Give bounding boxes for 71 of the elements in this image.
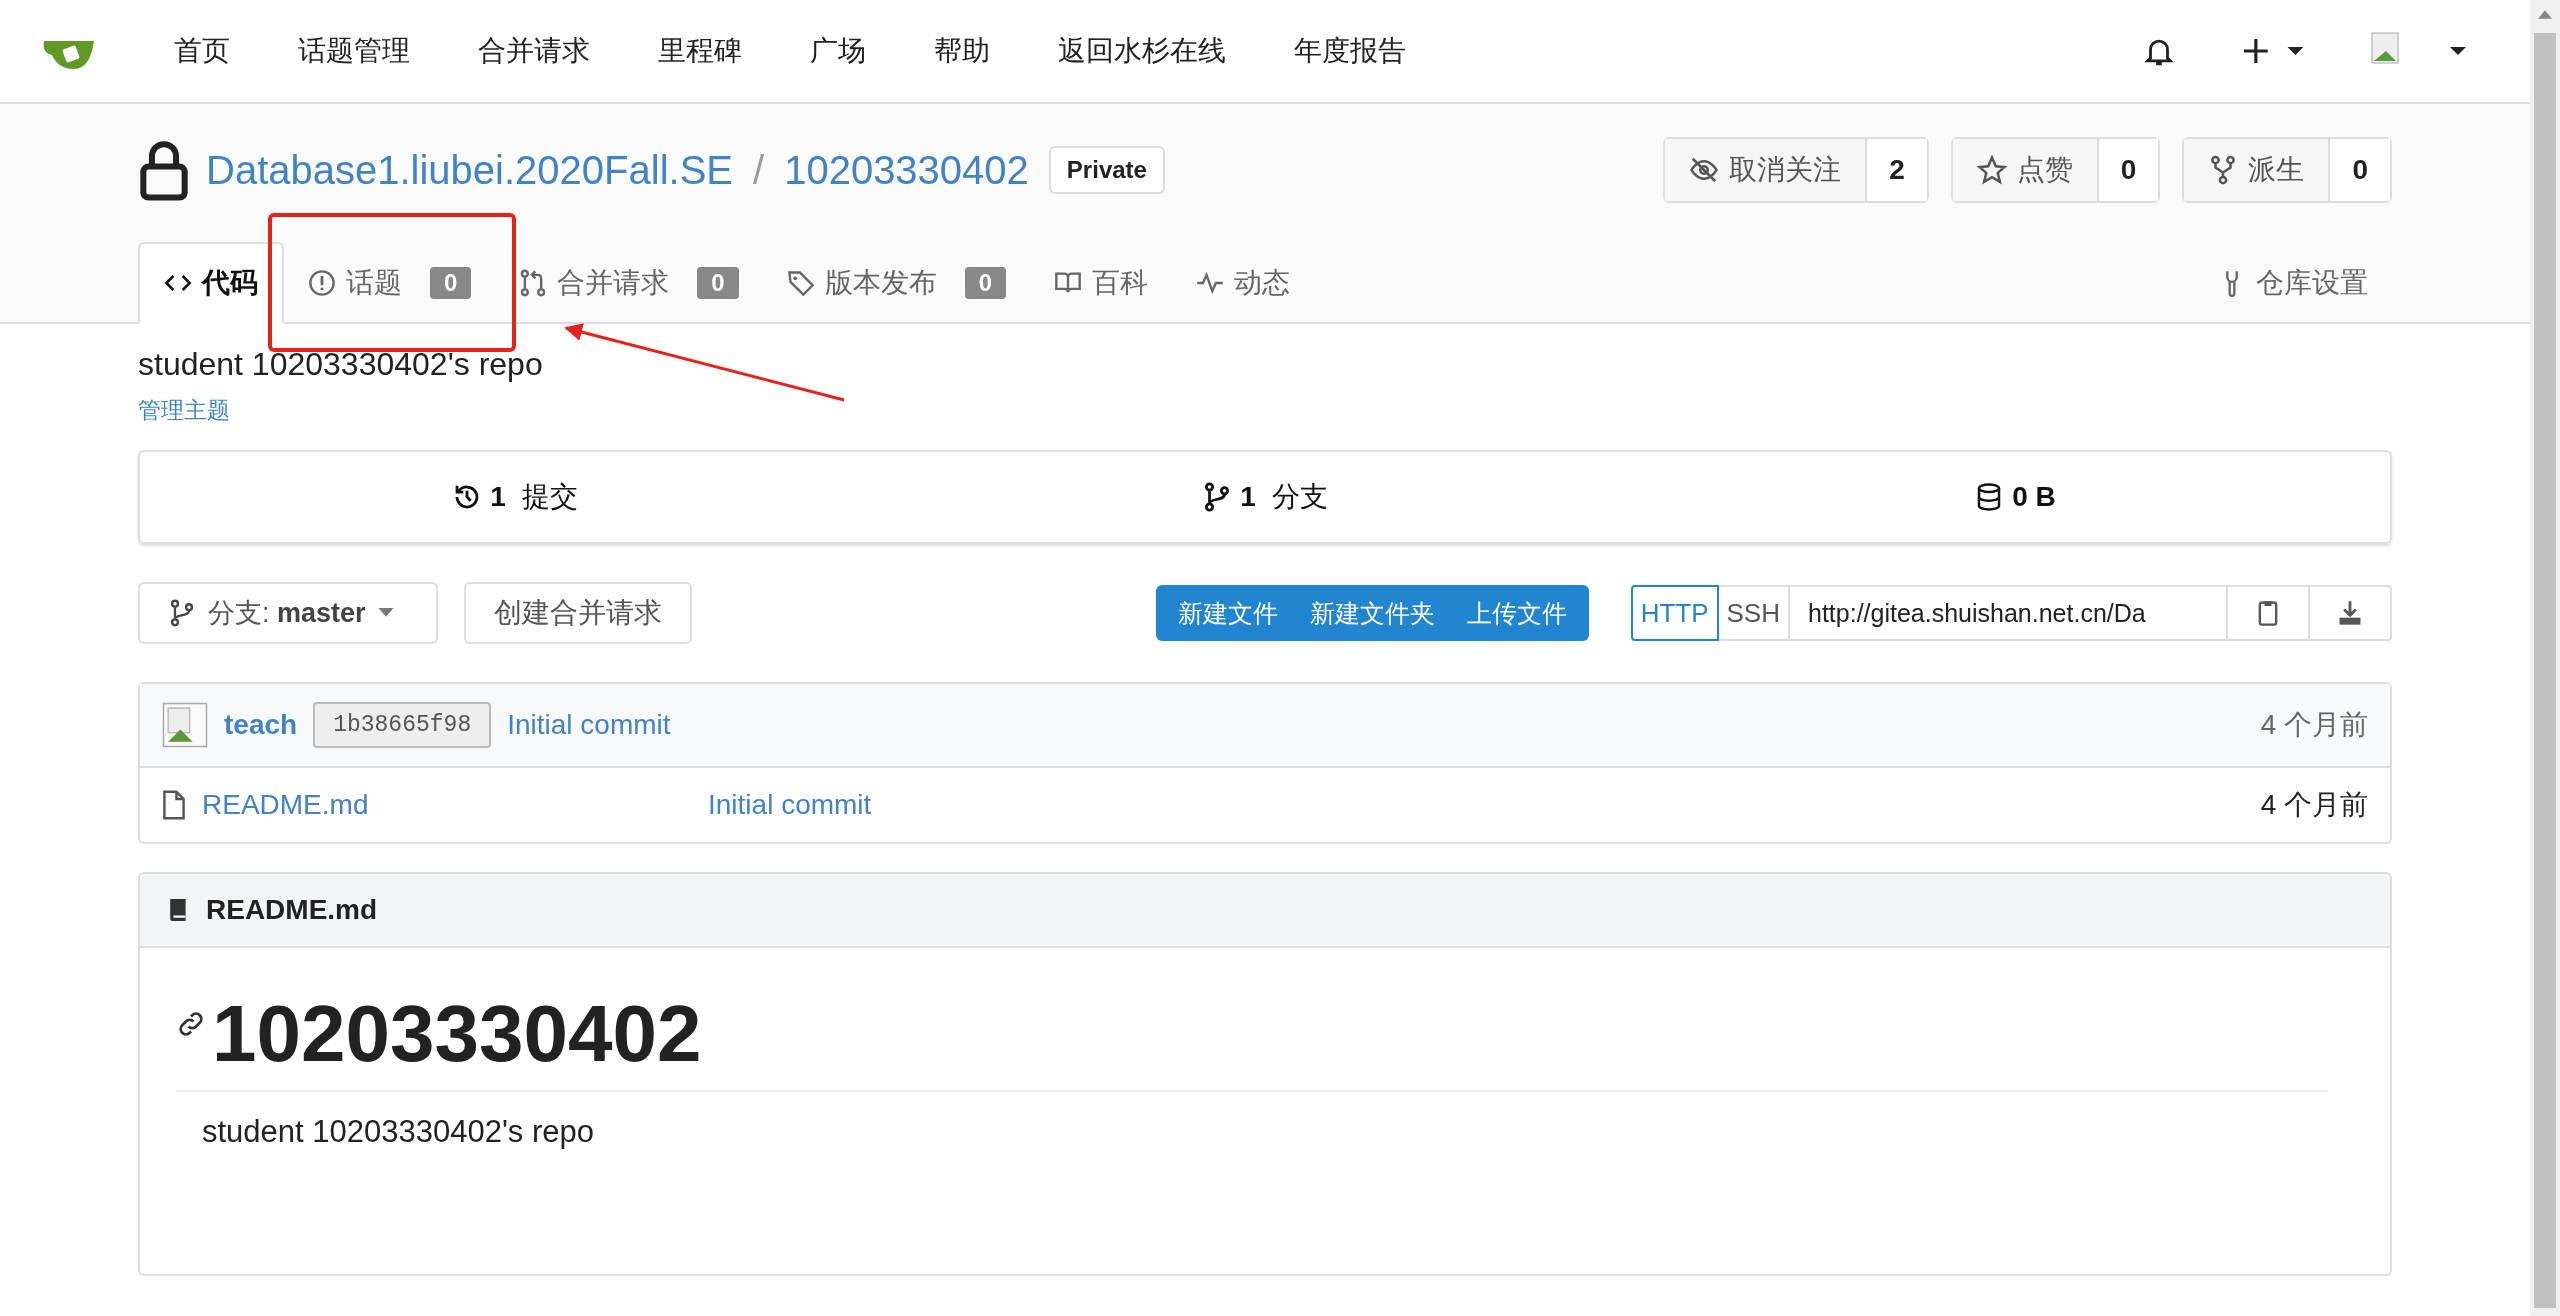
file-action-button[interactable]: 上传文件 xyxy=(1450,585,1583,641)
file-name-link[interactable]: README.md xyxy=(202,789,692,821)
protocol-button[interactable]: SSH xyxy=(1716,585,1790,641)
exclamation-circle-icon xyxy=(308,269,336,297)
count-badge: 0 xyxy=(430,267,472,299)
repo-owner-link[interactable]: Database1.liubei.2020Fall.SE xyxy=(206,147,733,193)
create-pull-request-button[interactable]: 创建合并请求 xyxy=(464,582,692,644)
branch-dropdown[interactable]: 分支: master xyxy=(138,582,438,644)
repo-action-button[interactable]: 点赞 0 xyxy=(1950,137,2161,203)
file-commit-link[interactable]: Initial commit xyxy=(708,789,872,821)
link-icon[interactable] xyxy=(176,1009,206,1039)
clone-url-field[interactable]: http://gitea.shuishan.net.cn/Da xyxy=(1788,585,2228,641)
pull-request-icon xyxy=(519,269,548,297)
scroll-up-arrow-icon[interactable] xyxy=(2538,10,2552,19)
nav-link[interactable]: 首页 xyxy=(174,32,230,70)
stat-link[interactable]: 1 分支 xyxy=(890,452,1640,542)
download-button[interactable] xyxy=(2308,585,2392,641)
file-icon xyxy=(162,790,186,820)
copy-button[interactable] xyxy=(2226,585,2310,641)
nav-link[interactable]: 话题管理 xyxy=(298,32,410,70)
stat-link[interactable]: 1 提交 xyxy=(140,452,890,542)
repo-tab[interactable]: 话题 0 xyxy=(284,242,496,324)
repo-tab[interactable]: 合并请求 0 xyxy=(495,242,763,324)
readme-heading: 10203330402 xyxy=(212,988,702,1080)
eye-slash-icon xyxy=(1689,155,1720,185)
stat-link[interactable]: 0 B xyxy=(1640,452,2390,542)
repo-tab[interactable]: 百科 xyxy=(1030,242,1173,324)
settings-tab[interactable]: 仓库设置 xyxy=(2194,242,2392,324)
file-action-button[interactable]: 新建文件 xyxy=(1161,585,1294,641)
repo-tab[interactable]: 版本发布 0 xyxy=(762,242,1031,324)
commit-message-link[interactable]: Initial commit xyxy=(507,709,671,741)
action-count: 2 xyxy=(1867,139,1927,201)
protocol-button[interactable]: HTTP xyxy=(1630,585,1719,641)
action-count: 0 xyxy=(2330,139,2390,201)
tag-icon xyxy=(786,269,815,297)
commit-time: 4 个月前 xyxy=(2260,708,2368,742)
repo-action-button[interactable]: 派生 0 xyxy=(2182,137,2392,203)
action-count: 0 xyxy=(2098,139,2159,201)
broken-image-icon xyxy=(162,702,208,748)
caret-down-icon xyxy=(377,608,394,618)
action-label: 派生 xyxy=(2248,153,2305,187)
readme-filename: README.md xyxy=(206,894,378,926)
pulse-icon xyxy=(1196,269,1225,297)
file-action-button[interactable]: 新建文件夹 xyxy=(1293,585,1451,641)
count-badge: 0 xyxy=(697,267,739,299)
nav-link[interactable]: 返回水杉在线 xyxy=(1058,32,1226,70)
readme-paragraph: student 10203330402's repo xyxy=(202,1114,596,1150)
scrollbar[interactable] xyxy=(2530,0,2560,1316)
repo-action-button[interactable]: 取消关注 2 xyxy=(1663,137,1929,203)
action-label: 点赞 xyxy=(2016,153,2073,187)
nav-link[interactable]: 合并请求 xyxy=(478,32,590,70)
star-icon xyxy=(1976,155,2007,185)
nav-link[interactable]: 里程碑 xyxy=(658,32,742,70)
action-label: 取消关注 xyxy=(1729,153,1842,187)
path-separator: / xyxy=(753,147,765,193)
nav-link[interactable]: 广场 xyxy=(810,32,866,70)
scrollbar-thumb[interactable] xyxy=(2534,33,2556,1308)
manage-topics-link[interactable]: 管理主题 xyxy=(138,395,230,426)
visibility-label: Private xyxy=(1048,146,1165,194)
repo-tab[interactable]: 代码 xyxy=(138,242,284,324)
repo-description: student 10203330402's repo xyxy=(138,346,544,383)
repo-tab[interactable]: 动态 xyxy=(1172,242,1315,324)
branch-icon xyxy=(168,599,196,627)
file-time: 4 个月前 xyxy=(2260,788,2368,822)
commit-author-link[interactable]: teach xyxy=(224,709,298,741)
commit-sha-label[interactable]: 1b38665f98 xyxy=(313,702,492,748)
repo-name-link[interactable]: 10203330402 xyxy=(784,147,1029,193)
nav-link[interactable]: 帮助 xyxy=(934,32,990,70)
lock-icon xyxy=(138,139,190,201)
nav-link[interactable]: 年度报告 xyxy=(1294,32,1406,70)
count-badge: 0 xyxy=(964,267,1007,299)
